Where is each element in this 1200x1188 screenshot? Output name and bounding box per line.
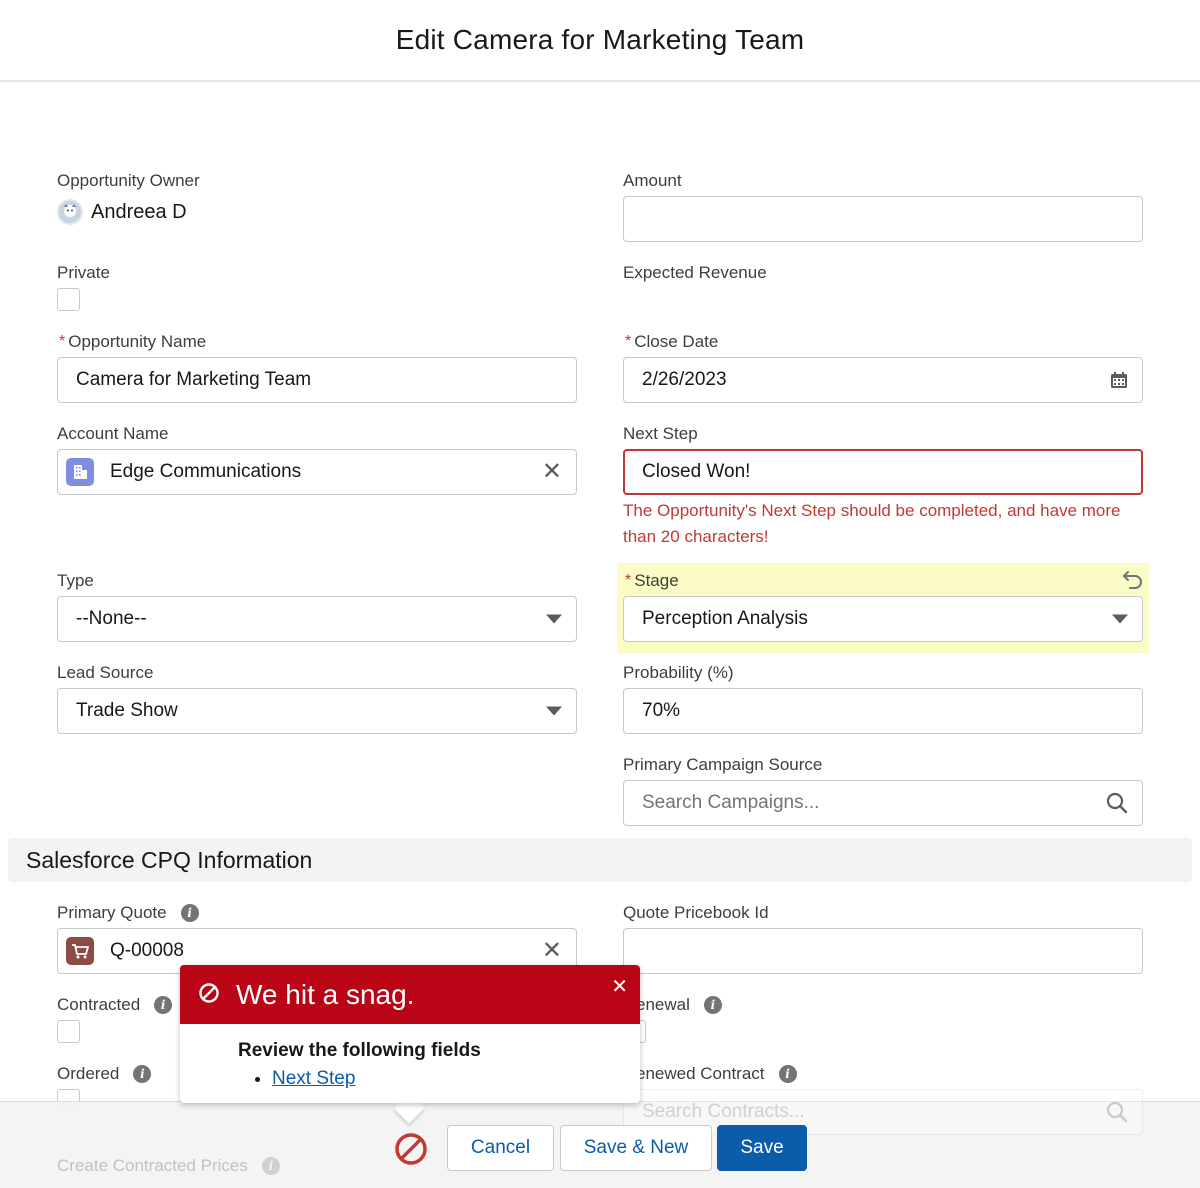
- close-icon: ✕: [541, 458, 562, 485]
- stage-select[interactable]: Perception Analysis: [623, 596, 1143, 642]
- cancel-button[interactable]: Cancel: [447, 1125, 554, 1171]
- search-icon: [1106, 1101, 1128, 1123]
- close-date-input[interactable]: 2/26/2023: [623, 357, 1143, 403]
- info-icon[interactable]: i: [261, 1157, 280, 1175]
- pricebook-input[interactable]: [623, 928, 1143, 974]
- clear-account-button[interactable]: ✕: [542, 460, 562, 484]
- type-select[interactable]: --None--: [57, 596, 577, 642]
- info-icon[interactable]: i: [703, 996, 722, 1014]
- owner-field[interactable]: Andreea D: [57, 199, 187, 225]
- contracted-label: Contracted i: [57, 995, 173, 1015]
- clear-quote-button[interactable]: ✕: [542, 939, 562, 963]
- private-label: Private: [57, 263, 110, 282]
- expected-revenue-label: Expected Revenue: [623, 263, 767, 282]
- calendar-icon: [1111, 372, 1127, 388]
- lead-source-select[interactable]: Trade Show: [57, 688, 577, 734]
- required-asterisk: *: [625, 333, 632, 350]
- info-icon[interactable]: i: [154, 996, 173, 1014]
- probability-label: Probability (%): [623, 663, 734, 682]
- chevron-down-icon: [1112, 614, 1128, 624]
- pricebook-label: Quote Pricebook Id: [623, 903, 769, 922]
- next-step-error-message: The Opportunity's Next Step should be co…: [623, 501, 1121, 546]
- modal-title: Edit Camera for Marketing Team: [395, 24, 805, 55]
- type-label: Type: [57, 571, 94, 590]
- required-asterisk: *: [625, 572, 632, 589]
- list-item: Next Step: [272, 1068, 640, 1090]
- popover-body: Review the following fields Next Step: [180, 1024, 640, 1090]
- modal-header: Edit Camera for Marketing Team: [0, 0, 1200, 82]
- info-icon[interactable]: i: [180, 904, 199, 922]
- date-picker-button[interactable]: [1110, 371, 1128, 389]
- save-button[interactable]: Save: [717, 1125, 807, 1171]
- ban-icon: [198, 979, 220, 1011]
- chevron-down-icon: [546, 614, 562, 624]
- chevron-down-icon: [546, 706, 562, 716]
- campaign-label: Primary Campaign Source: [623, 755, 823, 774]
- next-step-label: Next Step: [623, 424, 698, 443]
- account-label: Account Name: [57, 424, 169, 443]
- quote-cart-icon: [66, 937, 94, 965]
- popover-header: We hit a snag. ✕: [180, 965, 640, 1024]
- primary-quote-label: Primary Quote i: [57, 903, 199, 923]
- user-avatar-icon: [59, 201, 81, 223]
- ban-icon: [395, 1133, 427, 1165]
- error-field-list: Next Step: [238, 1068, 640, 1090]
- campaign-search-input[interactable]: Search Campaigns...: [623, 780, 1143, 826]
- renewal-label: enewal i: [636, 995, 722, 1015]
- close-icon: ✕: [541, 937, 562, 964]
- info-icon[interactable]: i: [133, 1065, 152, 1083]
- next-step-error-link[interactable]: Next Step: [272, 1068, 355, 1089]
- owner-name: Andreea D: [91, 200, 187, 223]
- create-contracted-prices-label: Create Contracted Prices i: [57, 1156, 280, 1176]
- probability-input[interactable]: 70%: [623, 688, 1143, 734]
- close-date-label: * Close Date: [625, 332, 719, 351]
- renewed-contract-label: enewed Contract i: [636, 1064, 797, 1084]
- owner-label: Opportunity Owner: [57, 171, 200, 190]
- search-icon: [1106, 792, 1128, 814]
- lead-source-label: Lead Source: [57, 663, 154, 682]
- stage-label: * Stage: [625, 571, 679, 590]
- error-indicator-button[interactable]: [393, 1131, 429, 1172]
- next-step-input[interactable]: Closed Won!: [623, 449, 1143, 495]
- account-icon: [66, 458, 94, 486]
- account-name-input[interactable]: Edge Communications ✕: [57, 449, 577, 495]
- opportunity-name-input[interactable]: Camera for Marketing Team: [57, 357, 577, 403]
- popover-heading: We hit a snag.: [236, 978, 415, 1010]
- required-asterisk: *: [59, 333, 66, 350]
- amount-label: Amount: [623, 171, 682, 190]
- error-popover: We hit a snag. ✕ Review the following fi…: [180, 965, 640, 1103]
- info-icon[interactable]: i: [778, 1065, 797, 1083]
- close-popover-button[interactable]: ✕: [611, 977, 628, 997]
- popover-subtitle: Review the following fields: [238, 1040, 481, 1061]
- contracted-checkbox[interactable]: [57, 1020, 80, 1043]
- save-and-new-button[interactable]: Save & New: [560, 1125, 712, 1171]
- avatar: [57, 199, 83, 225]
- undo-icon[interactable]: [1122, 568, 1144, 595]
- cpq-section-header[interactable]: Salesforce CPQ Information: [8, 838, 1192, 882]
- private-checkbox[interactable]: [57, 288, 80, 311]
- amount-input[interactable]: [623, 196, 1143, 242]
- ordered-label: Ordered i: [57, 1064, 152, 1084]
- opp-name-label: * Opportunity Name: [59, 332, 207, 351]
